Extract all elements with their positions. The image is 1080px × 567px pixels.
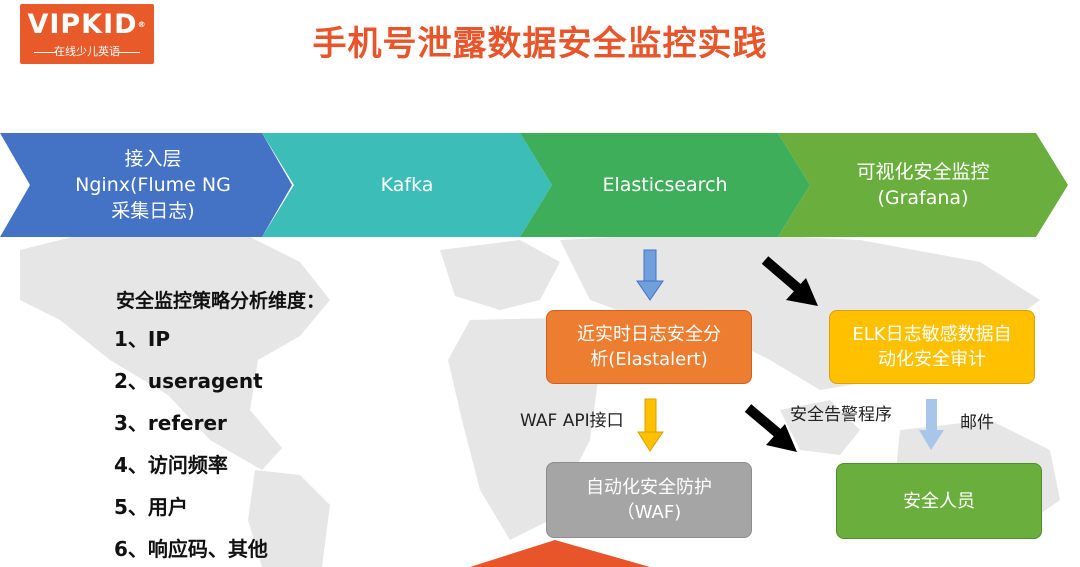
label-waf-api: WAF API接口 xyxy=(520,411,624,431)
box-elk-audit: ELK日志敏感数据自 动化安全审计 xyxy=(829,310,1035,384)
arrow-down-yellow xyxy=(637,398,664,452)
box-elastalert: 近实时日志安全分 析(Elastalert) xyxy=(546,310,752,384)
label-mail: 邮件 xyxy=(960,413,994,433)
arrow-diagonal-black-1 xyxy=(761,256,818,306)
box-security-staff: 安全人员 xyxy=(836,463,1042,539)
arrow-down-lightblue xyxy=(919,399,944,450)
label-alert-program: 安全告警程序 xyxy=(790,405,892,425)
box-waf: 自动化安全防护 （WAF) xyxy=(546,462,752,538)
arrow-down-blue xyxy=(636,249,664,301)
